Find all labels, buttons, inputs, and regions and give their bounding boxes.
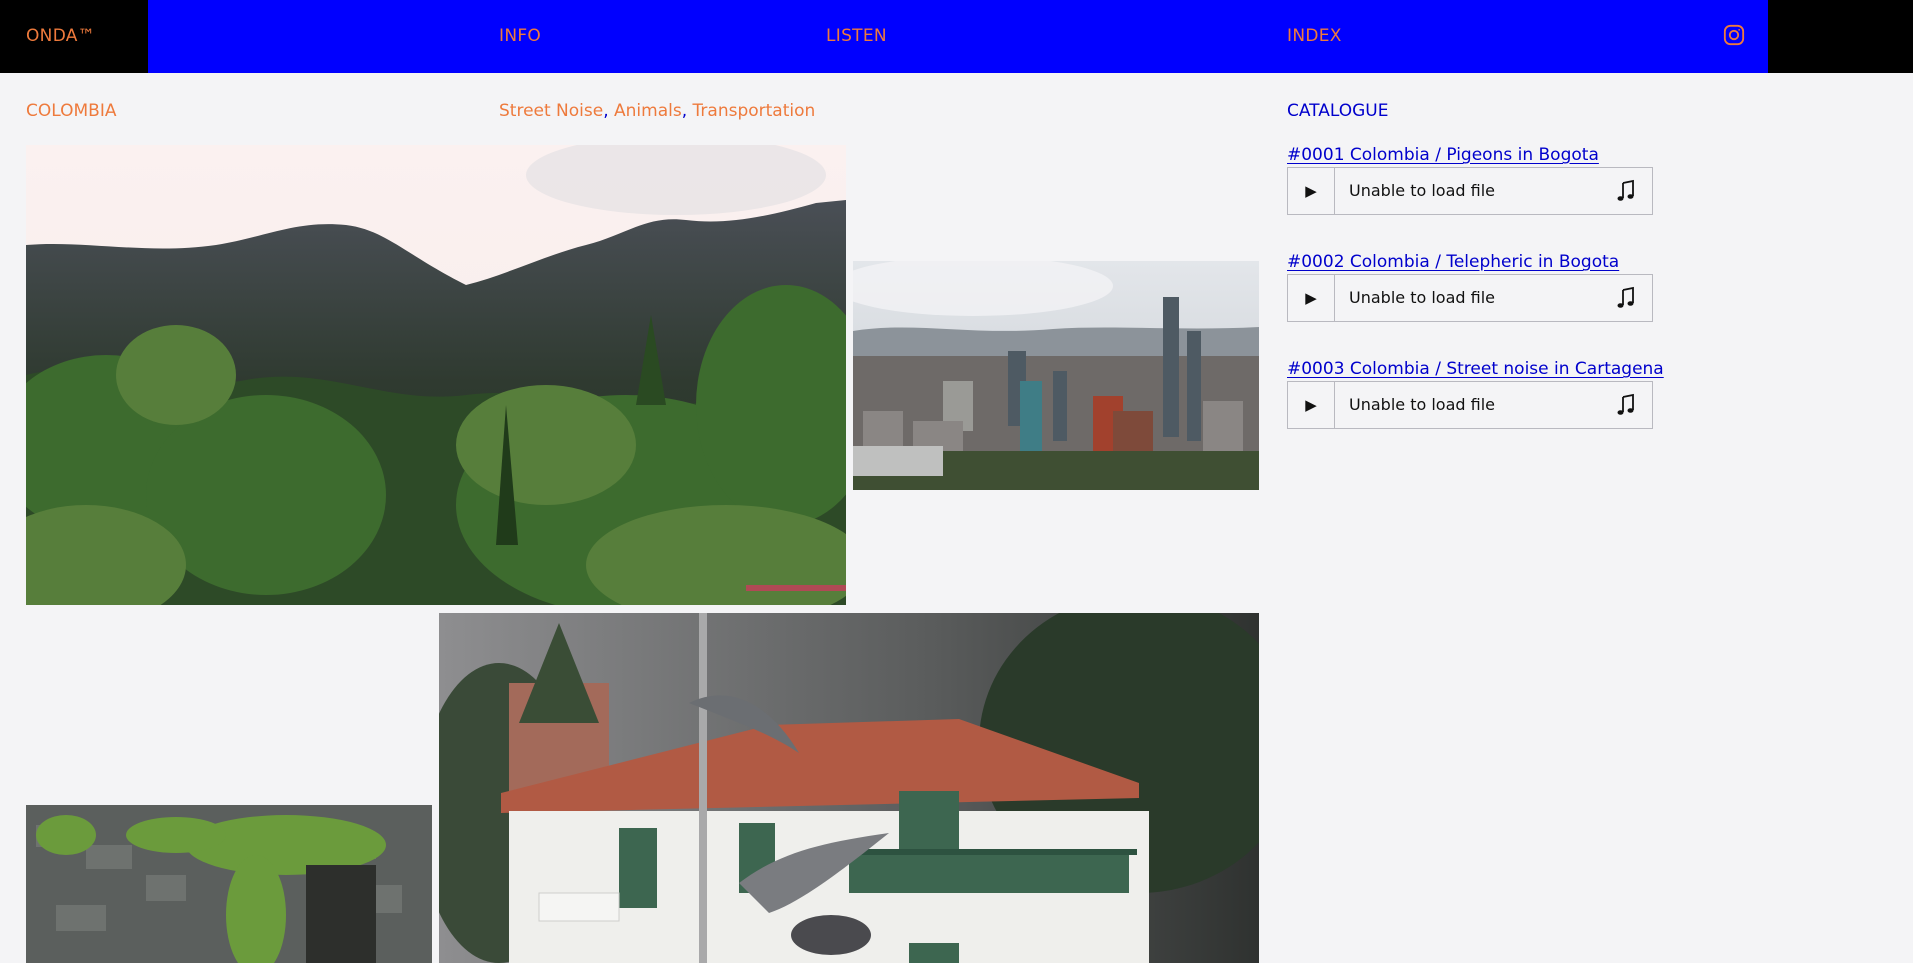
tag-separator: , <box>603 101 609 121</box>
tag-list: Street Noise, Animals, Transportation <box>499 99 815 123</box>
track-title-0001[interactable]: #0001 Colombia / Pigeons in Bogota <box>1287 143 1599 167</box>
play-button[interactable]: ▶ <box>1288 382 1335 428</box>
player-status: Unable to load file <box>1349 395 1495 414</box>
tag-transportation[interactable]: Transportation <box>693 101 816 121</box>
play-icon: ▶ <box>1305 396 1317 414</box>
music-note-icon <box>1617 286 1634 308</box>
instagram-icon[interactable] <box>1723 24 1745 46</box>
track-title-0003[interactable]: #0003 Colombia / Street noise in Cartage… <box>1287 357 1664 381</box>
mountains-photo <box>26 145 846 605</box>
play-icon: ▶ <box>1305 289 1317 307</box>
audio-player: ▶ Unable to load file <box>1287 381 1653 429</box>
audio-player: ▶ Unable to load file <box>1287 274 1653 322</box>
track-title-0002[interactable]: #0002 Colombia / Telepheric in Bogota <box>1287 250 1619 274</box>
brand-logo-link[interactable]: ONDA™ <box>26 24 95 48</box>
nav-listen-link[interactable]: LISTEN <box>826 24 887 48</box>
player-status: Unable to load file <box>1349 181 1495 200</box>
colonial-house-photo <box>439 613 1259 963</box>
nav-index-link[interactable]: INDEX <box>1287 24 1342 48</box>
play-button[interactable]: ▶ <box>1288 275 1335 321</box>
audio-player: ▶ Unable to load file <box>1287 167 1653 215</box>
player-status: Unable to load file <box>1349 288 1495 307</box>
city-skyline-photo <box>853 261 1259 490</box>
nav-info-link[interactable]: INFO <box>499 24 541 48</box>
tag-animals[interactable]: Animals <box>614 101 682 121</box>
nav-bar-right <box>1768 0 1913 73</box>
play-icon: ▶ <box>1305 182 1317 200</box>
country-title: COLOMBIA <box>26 101 117 121</box>
music-note-icon <box>1617 393 1634 415</box>
nav-bar <box>148 0 1768 73</box>
tag-separator: , <box>681 101 688 121</box>
play-button[interactable]: ▶ <box>1288 168 1335 214</box>
music-note-icon <box>1617 179 1634 201</box>
mossy-wall-photo <box>26 805 432 963</box>
tag-street-noise[interactable]: Street Noise <box>499 101 603 121</box>
catalogue-title: CATALOGUE <box>1287 101 1389 121</box>
